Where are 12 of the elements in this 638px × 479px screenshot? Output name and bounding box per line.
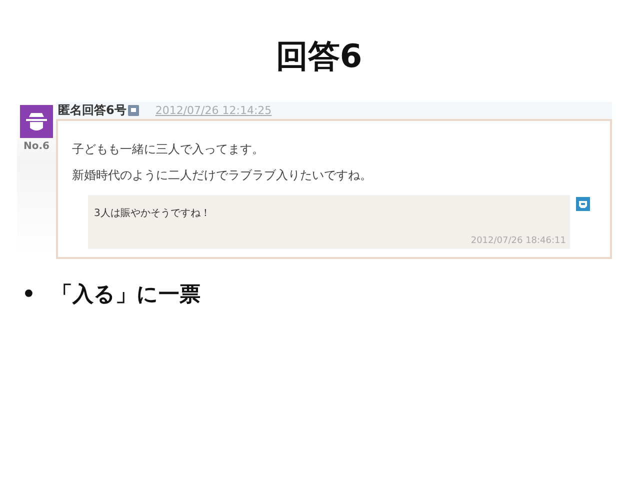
reply-date: 2012/07/26 18:46:11 bbox=[470, 236, 566, 246]
bullet-marker: • bbox=[22, 282, 36, 306]
answer-text: 子どもも一緒に三人で入ってます。 bbox=[72, 141, 265, 157]
post-date[interactable]: 2012/07/26 12:14:25 bbox=[155, 104, 272, 117]
slide-title: 回答6 bbox=[274, 36, 364, 77]
bullet-text: 「入る」に一票 bbox=[51, 281, 200, 308]
answer-text: 新婚時代のように二人だけでラブラブ入りたいですね。 bbox=[72, 167, 373, 183]
avatar-icon bbox=[20, 105, 53, 138]
badge-icon bbox=[128, 105, 140, 116]
reply-text: 3人は賑やかそうですね！ bbox=[94, 208, 210, 219]
answer-number: No.6 bbox=[24, 141, 50, 152]
author-name: 匿名回答6号 bbox=[58, 102, 126, 119]
